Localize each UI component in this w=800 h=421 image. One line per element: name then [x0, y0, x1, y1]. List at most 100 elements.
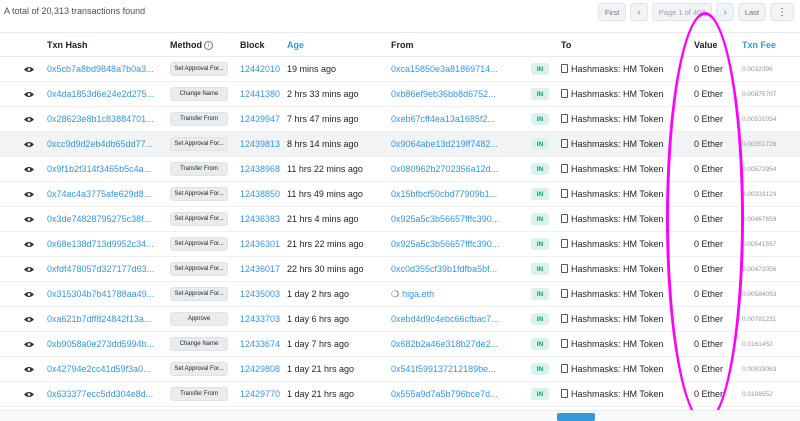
to-contract-link[interactable]: Hashmasks: HM Token: [561, 264, 663, 274]
txn-hash-link[interactable]: 0xb9058a0e273dd5994b...: [47, 339, 154, 349]
to-contract-link[interactable]: Hashmasks: HM Token: [561, 114, 663, 124]
from-address-link[interactable]: 0x925a5c3b56657fffc390...: [391, 214, 499, 224]
to-contract-link[interactable]: Hashmasks: HM Token: [561, 289, 663, 299]
to-contract-link[interactable]: Hashmasks: HM Token: [561, 139, 663, 149]
eye-icon[interactable]: [24, 390, 34, 397]
block-link[interactable]: 12429808: [240, 364, 280, 374]
block-link[interactable]: 12433674: [240, 339, 280, 349]
to-contract-text: Hashmasks: HM Token: [571, 189, 664, 199]
direction-badge: IN: [531, 88, 549, 100]
last-page-button[interactable]: Last: [737, 3, 766, 21]
eye-icon[interactable]: [24, 190, 34, 197]
age-text: 21 hrs 22 mins ago: [287, 239, 364, 249]
contract-icon: [561, 239, 568, 248]
more-options-button[interactable]: ⋮: [770, 3, 794, 21]
to-contract-link[interactable]: Hashmasks: HM Token: [561, 64, 663, 74]
contract-icon: [561, 189, 568, 198]
block-link[interactable]: 12435003: [240, 289, 280, 299]
from-address-link[interactable]: 0x925a5c3b56657fffc390...: [391, 239, 499, 249]
txn-hash-link[interactable]: 0x633377ecc5dd304e8d...: [47, 389, 153, 399]
block-link[interactable]: 12439813: [240, 139, 280, 149]
from-address-link[interactable]: 0x555a9d7a5b796bce7d...: [391, 389, 498, 399]
col-value: Value: [694, 40, 718, 50]
first-page-button[interactable]: First: [597, 3, 627, 21]
txn-hash-link[interactable]: 0x9f1b2f314f3465b5c4a...: [47, 164, 151, 174]
txn-fee-text: 0.00531054: [742, 116, 777, 123]
method-badge: Approve: [170, 312, 228, 326]
txn-hash-link[interactable]: 0xa621b7dff824842f13a...: [47, 314, 151, 324]
txn-hash-link[interactable]: 0x28623e8b1c83884701...: [47, 114, 154, 124]
from-address-link[interactable]: 0x682b2a46e318b27de2...: [391, 339, 498, 349]
from-address-link[interactable]: 0xebd4d9c4ebc66cfbac7...: [391, 314, 499, 324]
from-address-link[interactable]: 0x541f599137212189be...: [391, 364, 496, 374]
age-text: 11 hrs 22 mins ago: [287, 164, 363, 174]
block-link[interactable]: 12433703: [240, 314, 280, 324]
txn-hash-link[interactable]: 0x42794e2cc41d59f3a0...: [47, 364, 151, 374]
eye-icon[interactable]: [24, 365, 34, 372]
eye-icon[interactable]: [24, 265, 34, 272]
contract-icon: [561, 214, 568, 223]
txn-hash-link[interactable]: 0x68e138d713d9952c34...: [47, 239, 154, 249]
to-contract-text: Hashmasks: HM Token: [571, 314, 664, 324]
block-link[interactable]: 12441380: [240, 89, 280, 99]
from-address-text: 0xb86ef9eb36bb8d6752...: [391, 89, 496, 99]
from-address-link[interactable]: 0x9064abe13d219ff7482...: [391, 139, 498, 149]
txn-fee-text: 0.00351728: [742, 141, 777, 148]
block-link[interactable]: 12436383: [240, 214, 280, 224]
banner-button[interactable]: [557, 413, 595, 421]
eye-icon[interactable]: [24, 165, 34, 172]
to-contract-link[interactable]: Hashmasks: HM Token: [561, 314, 663, 324]
from-address-link[interactable]: 0xb86ef9eb36bb8d6752...: [391, 89, 496, 99]
eye-icon[interactable]: [24, 90, 34, 97]
next-page-button[interactable]: ›: [716, 3, 734, 21]
pagination: First ‹ Page 1 of 407 › Last ⋮: [597, 3, 794, 21]
to-contract-link[interactable]: Hashmasks: HM Token: [561, 239, 663, 249]
from-address-link[interactable]: 0x15bfbcf50cbd77909b1...: [391, 189, 497, 199]
block-link[interactable]: 12429770: [240, 389, 280, 399]
to-contract-link[interactable]: Hashmasks: HM Token: [561, 164, 663, 174]
block-link[interactable]: 12442010: [240, 64, 280, 74]
txn-hash-link[interactable]: 0x5cb7a8bd9848a7b0a3...: [47, 64, 154, 74]
eye-icon[interactable]: [24, 140, 34, 147]
from-address-link[interactable]: 0xeb67cff4ea13a1685f2...: [391, 114, 495, 124]
table-row: 0x28623e8b1c83884701... Transfer From 1243…: [0, 107, 800, 132]
col-txn-fee[interactable]: Txn Fee: [742, 40, 776, 50]
age-text: 1 day 21 hrs ago: [287, 389, 355, 399]
contract-icon: [561, 164, 568, 173]
value-text: 0 Ether: [694, 389, 724, 399]
to-contract-link[interactable]: Hashmasks: HM Token: [561, 364, 663, 374]
eye-icon[interactable]: [24, 240, 34, 247]
contract-icon: [561, 114, 568, 123]
eye-icon[interactable]: [24, 340, 34, 347]
from-address-link[interactable]: 0xca15850e3a81869714...: [391, 64, 498, 74]
block-link[interactable]: 12439947: [240, 114, 280, 124]
txn-hash-link[interactable]: 0x3de74828795275c38f...: [47, 214, 151, 224]
to-contract-link[interactable]: Hashmasks: HM Token: [561, 214, 663, 224]
to-contract-link[interactable]: Hashmasks: HM Token: [561, 339, 663, 349]
from-address-link[interactable]: 0x080962b2702356a12d...: [391, 164, 498, 174]
from-address-link[interactable]: ❍ higa.eth: [391, 289, 434, 300]
to-contract-link[interactable]: Hashmasks: HM Token: [561, 89, 663, 99]
txn-hash-link[interactable]: 0x315304b7b41788aa49...: [47, 289, 154, 299]
block-link[interactable]: 12438968: [240, 164, 280, 174]
block-link[interactable]: 12436301: [240, 239, 280, 249]
from-address-text: 0x555a9d7a5b796bce7d...: [391, 389, 498, 399]
col-age[interactable]: Age: [287, 40, 304, 50]
block-link[interactable]: 12438850: [240, 189, 280, 199]
eye-icon[interactable]: [24, 215, 34, 222]
prev-page-button[interactable]: ‹: [630, 3, 648, 21]
txn-hash-link[interactable]: 0xfdf478057d327177d63...: [47, 264, 154, 274]
to-contract-link[interactable]: Hashmasks: HM Token: [561, 189, 663, 199]
info-icon[interactable]: i: [204, 41, 213, 51]
from-address-link[interactable]: 0xc0d355cf39b1fdfba5bf...: [391, 264, 497, 274]
eye-icon[interactable]: [24, 290, 34, 297]
eye-icon[interactable]: [24, 315, 34, 322]
block-link[interactable]: 12436017: [240, 264, 280, 274]
direction-badge: IN: [531, 313, 549, 325]
eye-icon[interactable]: [24, 65, 34, 72]
txn-hash-link[interactable]: 0xcc9d9d2eb4db65dd77...: [47, 139, 153, 149]
eye-icon[interactable]: [24, 115, 34, 122]
txn-hash-link[interactable]: 0x74ac4a3775afe629d8...: [47, 189, 151, 199]
txn-hash-link[interactable]: 0x4da1853d6e24e2d275...: [47, 89, 154, 99]
to-contract-link[interactable]: Hashmasks: HM Token: [561, 389, 663, 399]
